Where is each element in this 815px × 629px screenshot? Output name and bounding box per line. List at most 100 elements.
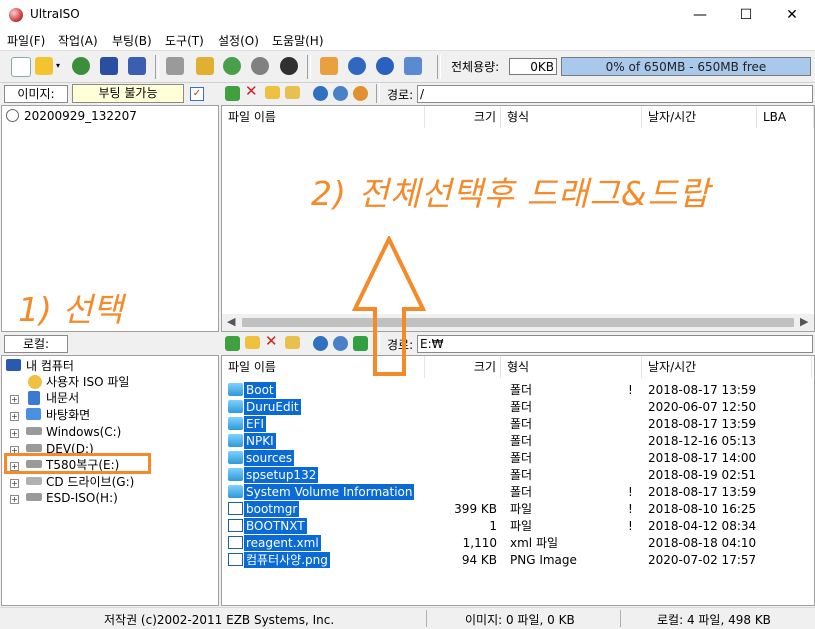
table-row[interactable]: EFI 폴더 2018-08-17 13:59 [222,416,812,433]
iso-path-field[interactable]: / [417,85,813,103]
file-name[interactable]: NPKI [244,433,276,449]
boot-status-field[interactable]: 부팅 불가능 [72,84,184,103]
table-row[interactable]: Boot 폴더! 2018-08-17 13:59 [222,382,812,399]
local-delete-icon[interactable]: ✕ [265,334,280,349]
delete-icon[interactable]: ✕ [245,84,260,99]
local-path-field[interactable]: E:₩ [417,335,813,353]
scroll-thumb[interactable] [242,318,794,327]
virtual-drive-icon[interactable] [280,57,298,75]
folder-icon [228,451,243,464]
local-web-icon[interactable] [313,336,328,351]
table-row[interactable]: NPKI 폴더 2018-12-16 05:13 [222,433,812,450]
iso-root-item[interactable]: 20200929_132207 [24,108,137,124]
extract-icon[interactable] [72,57,90,75]
local-col-type[interactable]: 형식 [501,356,642,378]
menu-file[interactable]: 파일(F) [7,32,45,49]
local-col-date[interactable]: 날자/시간 [642,356,812,378]
iso-col-lba[interactable]: LBA [757,106,814,128]
tree-drive-h[interactable]: ESD-ISO(H:) [46,490,118,506]
table-row[interactable]: spsetup132 폴더 2018-08-19 02:51 [222,467,812,484]
local-new-folder-icon[interactable] [245,336,260,349]
menu-tools[interactable]: 도구(T) [165,32,204,49]
file-name[interactable]: bootmgr [244,501,300,517]
refresh-icon[interactable] [353,86,368,101]
up-arrow-icon[interactable] [225,86,240,101]
local-rename-icon[interactable] [285,336,300,349]
iso-files-icon [28,375,42,389]
exit-icon[interactable] [404,57,422,75]
annotation-step1: 1) 선택 [18,290,124,329]
local-up-arrow-icon[interactable] [225,336,240,351]
local-tree-pane[interactable]: 내 컴퓨터 사용자 ISO 파일 + 내문서 + 바탕화면 + Windows(… [1,355,219,606]
iso-col-date[interactable]: 날자/시간 [642,106,757,128]
boot-properties-icon[interactable]: ✓ [190,87,204,101]
iso-horizontal-scrollbar[interactable]: ◀ ▶ [222,314,814,331]
iso-col-size[interactable]: 크기 [425,106,501,128]
table-row[interactable]: System Volume Information 폴더! 2018-08-17 1… [222,484,812,501]
mount-icon[interactable] [196,57,214,75]
local-file-list[interactable]: 파일 이름 크기 형식 날자/시간 Boot 폴더! 2018-08-17 13:5… [221,355,815,606]
gear-icon[interactable] [333,86,348,101]
iso-col-name[interactable]: 파일 이름 [222,106,425,128]
title-bar[interactable]: UltraISO — ☐ ✕ [0,0,815,30]
properties-icon[interactable] [320,57,338,75]
file-type: 파일 [510,502,533,516]
menu-boot[interactable]: 부팅(B) [112,32,152,49]
tree-documents[interactable]: 내문서 [46,390,79,406]
tree-desktop[interactable]: 바탕화면 [46,407,90,423]
save-as-icon[interactable] [128,57,146,75]
expand-icon[interactable]: + [10,479,19,488]
file-name[interactable]: DuruEdit [244,399,301,415]
table-row[interactable]: BOOTNXT 1 파일! 2018-04-12 08:34 [222,518,812,535]
minimize-button[interactable]: — [677,0,723,30]
folder-icon [228,400,243,413]
file-name[interactable]: System Volume Information [244,484,415,500]
table-row[interactable]: sources 폴더 2018-08-17 14:00 [222,450,812,467]
expand-icon[interactable]: + [10,395,19,404]
toolbar-divider [376,84,380,103]
window-title: UltraISO [30,7,80,21]
tree-my-computer[interactable]: 내 컴퓨터 [26,358,74,374]
menu-action[interactable]: 작업(A) [58,32,98,49]
open-icon[interactable] [35,57,53,75]
file-name[interactable]: spsetup132 [244,467,319,483]
web-icon[interactable] [313,86,328,101]
maximize-button[interactable]: ☐ [723,0,769,30]
tree-drive-c[interactable]: Windows(C:) [46,424,121,440]
menu-help[interactable]: 도움말(H) [272,32,324,49]
tree-cd-drive[interactable]: CD 드라이브(G:) [46,474,134,490]
compress-icon[interactable] [223,57,241,75]
table-row[interactable]: 컴퓨터사양.png 94 KB PNG Image 2020-07-02 17:57 [222,552,812,569]
menu-settings[interactable]: 설정(O) [218,32,259,49]
file-name[interactable]: 컴퓨터사양.png [244,552,330,568]
open-dropdown-icon[interactable]: ▾ [56,57,64,75]
close-button[interactable]: ✕ [769,0,815,30]
table-row[interactable]: reagent.xml 1,110 xml 파일 2018-08-18 04:10 [222,535,812,552]
save-icon[interactable] [100,57,118,75]
drive-icon[interactable] [166,57,184,75]
rename-icon[interactable] [285,86,300,99]
local-col-size[interactable]: 크기 [425,356,501,378]
table-row[interactable]: DuruEdit 폴더 2020-06-07 12:50 [222,399,812,416]
new-icon[interactable] [11,57,31,77]
file-name[interactable]: Boot [244,382,276,398]
file-name[interactable]: sources [244,450,295,466]
burn-icon[interactable] [251,57,269,75]
file-size: 94 KB [461,553,497,567]
scroll-left-icon[interactable]: ◀ [227,315,235,328]
help-icon[interactable] [376,57,394,75]
scroll-right-icon[interactable]: ▶ [800,315,808,328]
expand-icon[interactable]: + [10,429,19,438]
new-folder-icon[interactable] [265,86,280,99]
file-name[interactable]: BOOTNXT [244,518,307,534]
local-gear-icon[interactable] [333,336,348,351]
tree-user-iso[interactable]: 사용자 ISO 파일 [46,374,129,390]
file-name[interactable]: EFI [244,416,267,432]
expand-icon[interactable]: + [10,412,19,421]
iso-col-type[interactable]: 형식 [501,106,642,128]
info-icon[interactable] [348,57,366,75]
table-row[interactable]: bootmgr 399 KB 파일! 2018-08-10 16:25 [222,501,812,518]
file-name[interactable]: reagent.xml [244,535,321,551]
iso-file-list[interactable]: 파일 이름 크기 형식 날자/시간 LBA ◀ ▶ [221,105,815,332]
expand-icon[interactable]: + [10,495,19,504]
